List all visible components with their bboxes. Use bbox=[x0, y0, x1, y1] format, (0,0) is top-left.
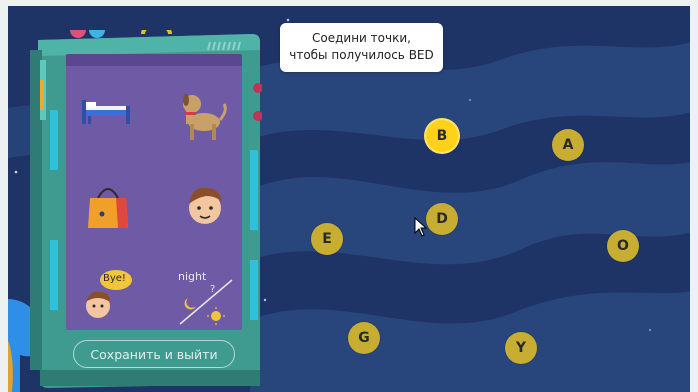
card-night[interactable]: night ? bbox=[172, 264, 238, 330]
card-bed[interactable] bbox=[76, 84, 142, 150]
dot-e[interactable]: E bbox=[311, 223, 343, 255]
night-question-mark: ? bbox=[210, 284, 216, 295]
word-card-device: Bye! night ? Сохранить и выйти bbox=[30, 30, 262, 390]
dot-a[interactable]: A bbox=[552, 129, 584, 161]
dot-y[interactable]: Y bbox=[505, 332, 537, 364]
left-frame-edge bbox=[0, 0, 8, 392]
card-dog[interactable] bbox=[172, 80, 238, 146]
instruction-line-1: Соедини точки, bbox=[312, 31, 411, 45]
card-boy-bye[interactable]: Bye! bbox=[76, 264, 142, 330]
mouse-cursor-icon bbox=[414, 217, 428, 237]
card-boy-face[interactable] bbox=[172, 172, 238, 238]
dot-g[interactable]: G bbox=[348, 322, 380, 354]
dot-d[interactable]: D bbox=[426, 203, 458, 235]
save-and-exit-button[interactable]: Сохранить и выйти bbox=[73, 340, 235, 368]
boy-face-icon bbox=[189, 187, 222, 224]
night-word: night bbox=[178, 270, 207, 283]
card-screen: Bye! night ? bbox=[66, 54, 242, 330]
right-frame-edge bbox=[690, 0, 698, 392]
instruction-line-2: чтобы получилось BED bbox=[289, 48, 434, 62]
game-stage: Bye! night ? Сохранить и выйти Соедини т… bbox=[0, 0, 698, 392]
instruction-bubble: Соедини точки, чтобы получилось BED bbox=[280, 23, 443, 72]
dot-b[interactable]: B bbox=[426, 120, 458, 152]
dog-icon bbox=[183, 94, 227, 140]
bye-speech-text: Bye! bbox=[103, 273, 126, 284]
bag-icon bbox=[88, 188, 128, 228]
dot-o[interactable]: O bbox=[607, 230, 639, 262]
bed-icon bbox=[82, 100, 130, 124]
screen-top-bar bbox=[66, 54, 242, 66]
top-frame-edge bbox=[0, 0, 698, 6]
card-bag[interactable] bbox=[76, 172, 142, 238]
